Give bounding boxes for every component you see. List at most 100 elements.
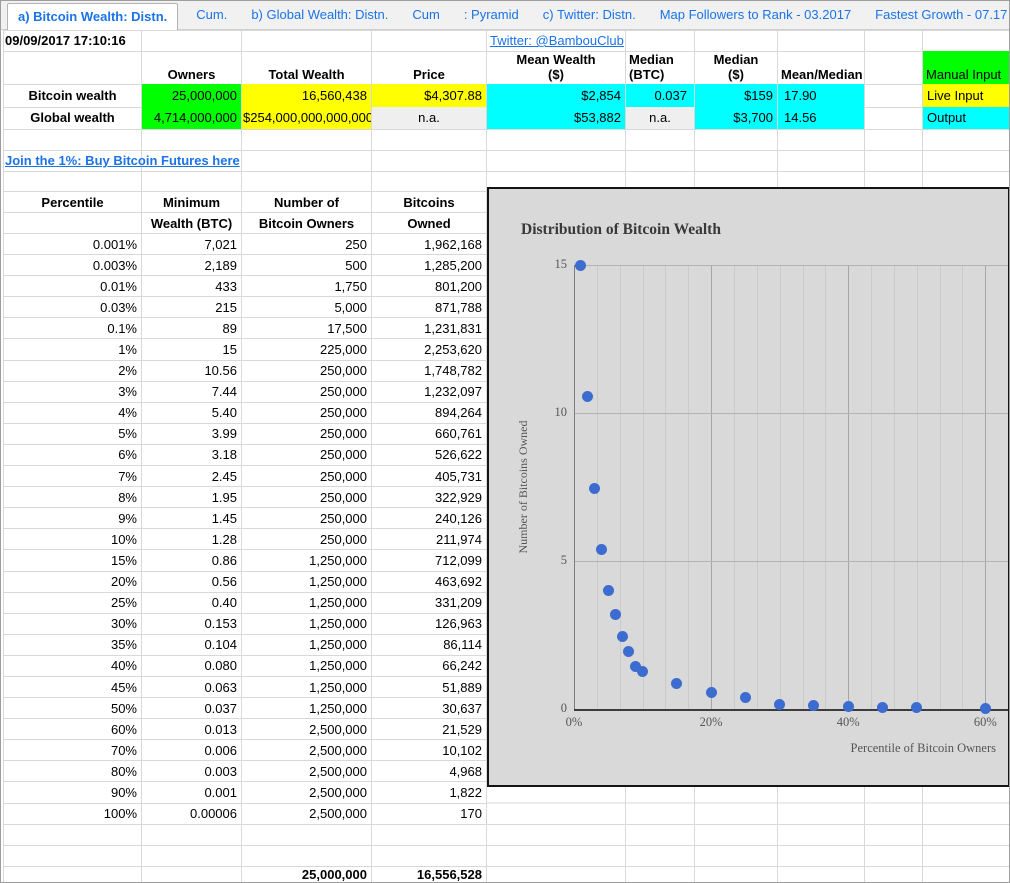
timestamp[interactable]: 09/09/2017 17:10:16 bbox=[5, 30, 235, 51]
cell-btc-owned[interactable]: 240,126 bbox=[372, 508, 487, 529]
cell-btc-owned[interactable]: 126,963 bbox=[372, 613, 487, 634]
cell-min-wealth[interactable]: 0.080 bbox=[142, 655, 242, 676]
cell-percentile[interactable]: 2% bbox=[4, 360, 142, 381]
cell-bitcoin-median-usd[interactable]: $159 bbox=[695, 84, 777, 107]
cell-btc-owned[interactable]: 170 bbox=[372, 803, 487, 824]
cell-min-wealth[interactable]: 3.18 bbox=[142, 444, 242, 465]
cell-btc-owned[interactable]: 526,622 bbox=[372, 444, 487, 465]
sheet-tab[interactable]: Fastest Growth - 07.17 bbox=[875, 3, 1007, 29]
sheet-tab[interactable]: Map Followers to Rank - 03.2017 bbox=[660, 3, 851, 29]
cell-min-wealth[interactable]: 0.003 bbox=[142, 761, 242, 782]
th-bitcoins[interactable]: Bitcoins bbox=[372, 192, 487, 213]
cell-btc-owned[interactable]: 322,929 bbox=[372, 487, 487, 508]
cell-num-owners[interactable]: 250,000 bbox=[242, 402, 372, 423]
cell-btc-owned[interactable]: 1,285,200 bbox=[372, 255, 487, 276]
sheet-tab[interactable]: b) Global Wealth: Distn. bbox=[251, 3, 388, 29]
total-bitcoins-owned[interactable]: 16,556,528 bbox=[372, 866, 482, 883]
cell-min-wealth[interactable]: 1.28 bbox=[142, 529, 242, 550]
cell-min-wealth[interactable]: 15 bbox=[142, 339, 242, 360]
cell-num-owners[interactable]: 1,250,000 bbox=[242, 634, 372, 655]
cell-min-wealth[interactable]: 89 bbox=[142, 318, 242, 339]
twitter-link[interactable]: Twitter: @BambouClub bbox=[490, 30, 640, 51]
cell-num-owners[interactable]: 250,000 bbox=[242, 444, 372, 465]
cell-percentile[interactable]: 15% bbox=[4, 550, 142, 571]
cell-btc-owned[interactable]: 331,209 bbox=[372, 592, 487, 613]
cell-percentile[interactable]: 5% bbox=[4, 423, 142, 444]
cell-num-owners[interactable]: 250,000 bbox=[242, 360, 372, 381]
th-owned[interactable]: Owned bbox=[372, 213, 487, 234]
cell-min-wealth[interactable]: 0.037 bbox=[142, 698, 242, 719]
cell-num-owners[interactable]: 2,500,000 bbox=[242, 782, 372, 803]
cell-percentile[interactable]: 7% bbox=[4, 466, 142, 487]
cell-num-owners[interactable]: 2,500,000 bbox=[242, 719, 372, 740]
row-label-global-wealth[interactable]: Global wealth bbox=[4, 107, 141, 129]
buy-futures-link[interactable]: Join the 1%: Buy Bitcoin Futures here bbox=[5, 150, 325, 171]
cell-bitcoin-mean-median[interactable]: 17.90 bbox=[778, 84, 864, 107]
cell-percentile[interactable]: 100% bbox=[4, 803, 142, 824]
legend-output[interactable]: Output bbox=[923, 107, 1010, 129]
cell-min-wealth[interactable]: 0.104 bbox=[142, 634, 242, 655]
th-bitcoin-owners[interactable]: Bitcoin Owners bbox=[242, 213, 372, 234]
cell-percentile[interactable]: 4% bbox=[4, 402, 142, 423]
cell-num-owners[interactable]: 250,000 bbox=[242, 529, 372, 550]
cell-percentile[interactable]: 0.1% bbox=[4, 318, 142, 339]
cell-min-wealth[interactable]: 1.95 bbox=[142, 487, 242, 508]
cell-num-owners[interactable]: 2,500,000 bbox=[242, 740, 372, 761]
cell-percentile[interactable]: 0.01% bbox=[4, 276, 142, 297]
cell-num-owners[interactable]: 1,250,000 bbox=[242, 592, 372, 613]
cell-btc-owned[interactable]: 211,974 bbox=[372, 529, 487, 550]
cell-percentile[interactable]: 90% bbox=[4, 782, 142, 803]
cell-btc-owned[interactable]: 66,242 bbox=[372, 655, 487, 676]
cell-percentile[interactable]: 25% bbox=[4, 592, 142, 613]
cell-btc-owned[interactable]: 1,231,831 bbox=[372, 318, 487, 339]
cell-bitcoin-total-wealth[interactable]: 16,560,438 bbox=[242, 84, 371, 107]
cell-num-owners[interactable]: 1,250,000 bbox=[242, 613, 372, 634]
cell-num-owners[interactable]: 1,250,000 bbox=[242, 676, 372, 697]
cell-percentile[interactable]: 20% bbox=[4, 571, 142, 592]
cell-percentile[interactable]: 8% bbox=[4, 487, 142, 508]
cell-num-owners[interactable]: 1,250,000 bbox=[242, 698, 372, 719]
cell-min-wealth[interactable]: 7,021 bbox=[142, 234, 242, 255]
cell-btc-owned[interactable]: 1,748,782 bbox=[372, 360, 487, 381]
cell-min-wealth[interactable]: 0.56 bbox=[142, 571, 242, 592]
cell-btc-owned[interactable]: 2,253,620 bbox=[372, 339, 487, 360]
cell-btc-owned[interactable]: 86,114 bbox=[372, 634, 487, 655]
cell-num-owners[interactable]: 1,250,000 bbox=[242, 571, 372, 592]
cell-percentile[interactable]: 60% bbox=[4, 719, 142, 740]
col-header-median-btc[interactable]: Median (BTC) bbox=[626, 51, 694, 84]
cell-btc-owned[interactable]: 660,761 bbox=[372, 423, 487, 444]
cell-percentile[interactable]: 9% bbox=[4, 508, 142, 529]
cell-btc-owned[interactable]: 1,822 bbox=[372, 782, 487, 803]
cell-btc-owned[interactable]: 30,637 bbox=[372, 698, 487, 719]
cell-min-wealth[interactable]: 433 bbox=[142, 276, 242, 297]
cell-num-owners[interactable]: 225,000 bbox=[242, 339, 372, 360]
cell-global-median-btc-na[interactable]: n.a. bbox=[626, 107, 694, 129]
cell-percentile[interactable]: 40% bbox=[4, 655, 142, 676]
cell-percentile[interactable]: 0.03% bbox=[4, 297, 142, 318]
sheet-tab[interactable]: Cum bbox=[412, 3, 439, 29]
cell-percentile[interactable]: 0.001% bbox=[4, 234, 142, 255]
cell-percentile[interactable]: 10% bbox=[4, 529, 142, 550]
cell-min-wealth[interactable]: 0.86 bbox=[142, 550, 242, 571]
cell-num-owners[interactable]: 250,000 bbox=[242, 487, 372, 508]
sheet-tab[interactable]: c) Twitter: Distn. bbox=[543, 3, 636, 29]
row-label-bitcoin-wealth[interactable]: Bitcoin wealth bbox=[4, 84, 141, 107]
cell-percentile[interactable]: 3% bbox=[4, 381, 142, 402]
cell-num-owners[interactable]: 250,000 bbox=[242, 508, 372, 529]
cell-bitcoin-median-btc[interactable]: 0.037 bbox=[626, 84, 694, 107]
cell-btc-owned[interactable]: 801,200 bbox=[372, 276, 487, 297]
cell-num-owners[interactable]: 17,500 bbox=[242, 318, 372, 339]
cell-percentile[interactable]: 50% bbox=[4, 698, 142, 719]
cell-min-wealth[interactable]: 5.40 bbox=[142, 402, 242, 423]
cell-min-wealth[interactable]: 0.153 bbox=[142, 613, 242, 634]
cell-global-median-usd[interactable]: $3,700 bbox=[695, 107, 777, 129]
col-header-owners[interactable]: Owners bbox=[142, 51, 241, 84]
cell-percentile[interactable]: 30% bbox=[4, 613, 142, 634]
legend-manual-input[interactable]: Manual Input bbox=[923, 51, 1010, 84]
cell-btc-owned[interactable]: 1,232,097 bbox=[372, 381, 487, 402]
th-minimum[interactable]: Minimum bbox=[142, 192, 242, 213]
cell-percentile[interactable]: 80% bbox=[4, 761, 142, 782]
cell-num-owners[interactable]: 2,500,000 bbox=[242, 803, 372, 824]
cell-min-wealth[interactable]: 0.063 bbox=[142, 676, 242, 697]
cell-min-wealth[interactable]: 215 bbox=[142, 297, 242, 318]
